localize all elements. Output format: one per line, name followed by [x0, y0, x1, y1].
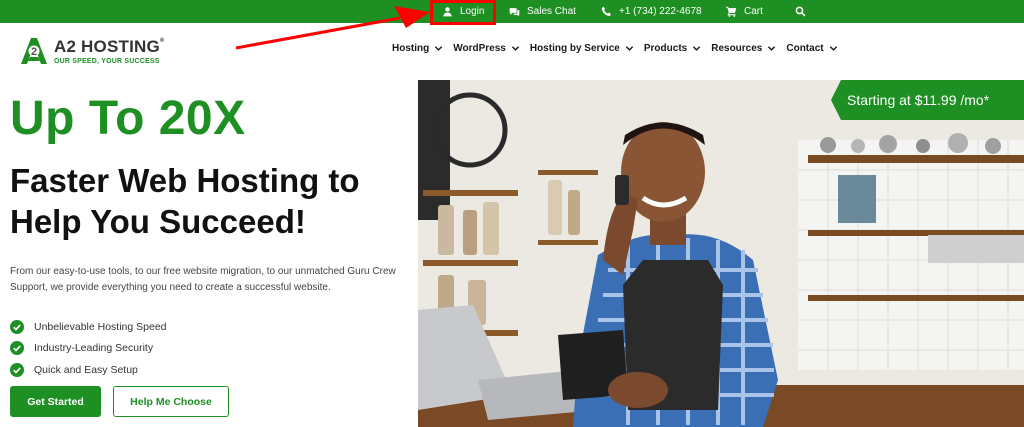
cart-icon	[726, 6, 737, 17]
login-link[interactable]: Login	[442, 0, 484, 23]
logo-name: A2 HOSTING	[54, 36, 160, 56]
hero-headline: Up To 20X	[10, 92, 246, 145]
feature-label: Quick and Easy Setup	[34, 363, 138, 376]
registered-mark: ®	[159, 37, 165, 44]
price-badge: Starting at $11.99 /mo*	[831, 80, 1024, 120]
nav-item-label: Contact	[786, 43, 824, 54]
sales-chat-label: Sales Chat	[527, 6, 576, 17]
hero-text: Up To 20X Faster Web Hosting to Help You…	[10, 92, 405, 242]
feature-item: Quick and Easy Setup	[10, 359, 167, 381]
main-nav: Hosting WordPress Hosting by Service Pro…	[392, 43, 848, 54]
range-hood	[928, 235, 1024, 263]
phone-link[interactable]: +1 (734) 222-4678	[601, 0, 702, 23]
user-icon	[443, 7, 452, 17]
search-button[interactable]	[795, 0, 806, 23]
feature-list: Unbelievable Hosting Speed Industry-Lead…	[10, 316, 167, 381]
hero-subheadline-line-1: Faster Web Hosting to	[10, 162, 360, 199]
logo-tagline: OUR SPEED, YOUR SUCCESS	[54, 57, 160, 65]
top-utility-bar: Login Sales Chat +1 (734) 222-4678 Cart	[0, 0, 1024, 23]
get-started-button[interactable]: Get Started	[10, 386, 101, 417]
nav-item-products[interactable]: Products	[644, 43, 701, 54]
hero-subheadline-line-2: Help You Succeed!	[10, 203, 306, 240]
nav-item-label: WordPress	[453, 43, 506, 54]
site-logo[interactable]: 2 A2 HOSTING® OUR SPEED, YOUR SUCCESS	[18, 34, 165, 68]
nav-item-label: Products	[643, 43, 688, 54]
cart-link[interactable]: Cart	[726, 0, 763, 23]
chevron-down-icon	[768, 46, 776, 51]
nav-item-label: Hosting by Service	[529, 43, 620, 54]
site-header: 2 A2 HOSTING® OUR SPEED, YOUR SUCCESS Ho…	[0, 23, 1024, 78]
feature-item: Industry-Leading Security	[10, 338, 167, 360]
svg-text:2: 2	[31, 46, 37, 58]
login-label: Login	[460, 6, 485, 17]
hero-subheadline: Faster Web Hosting to Help You Succeed!	[10, 160, 405, 242]
search-icon	[795, 6, 806, 17]
nav-item-contact[interactable]: Contact	[786, 43, 837, 54]
chevron-down-icon	[435, 46, 443, 51]
feature-label: Unbelievable Hosting Speed	[34, 320, 167, 333]
chalkboard	[418, 80, 450, 220]
cart-label: Cart	[744, 6, 763, 17]
hero-lead-text: From our easy-to-use tools, to our free …	[10, 266, 396, 293]
chat-icon	[509, 8, 520, 17]
nav-item-hosting-by-service[interactable]: Hosting by Service	[530, 43, 634, 54]
check-circle-icon	[10, 319, 24, 334]
nav-item-wordpress[interactable]: WordPress	[453, 43, 520, 54]
a2-logo-icon: 2	[21, 38, 47, 64]
check-circle-icon	[10, 341, 24, 356]
help-me-choose-button[interactable]: Help Me Choose	[113, 386, 229, 417]
nav-item-resources[interactable]: Resources	[711, 43, 776, 54]
annotation-arrow	[235, 6, 430, 50]
phone-icon	[601, 6, 611, 16]
check-circle-icon	[10, 362, 24, 377]
chevron-down-icon	[511, 46, 520, 51]
feature-item: Unbelievable Hosting Speed	[10, 316, 167, 338]
nav-item-label: Resources	[711, 43, 763, 54]
phone-number: +1 (734) 222-4678	[619, 6, 702, 17]
chevron-down-icon	[829, 46, 837, 51]
hero-photo	[418, 80, 1024, 427]
wall-frame	[838, 175, 876, 223]
sales-chat-link[interactable]: Sales Chat	[509, 0, 576, 23]
chevron-down-icon	[625, 46, 634, 51]
feature-label: Industry-Leading Security	[34, 342, 154, 355]
chevron-down-icon	[693, 46, 701, 51]
